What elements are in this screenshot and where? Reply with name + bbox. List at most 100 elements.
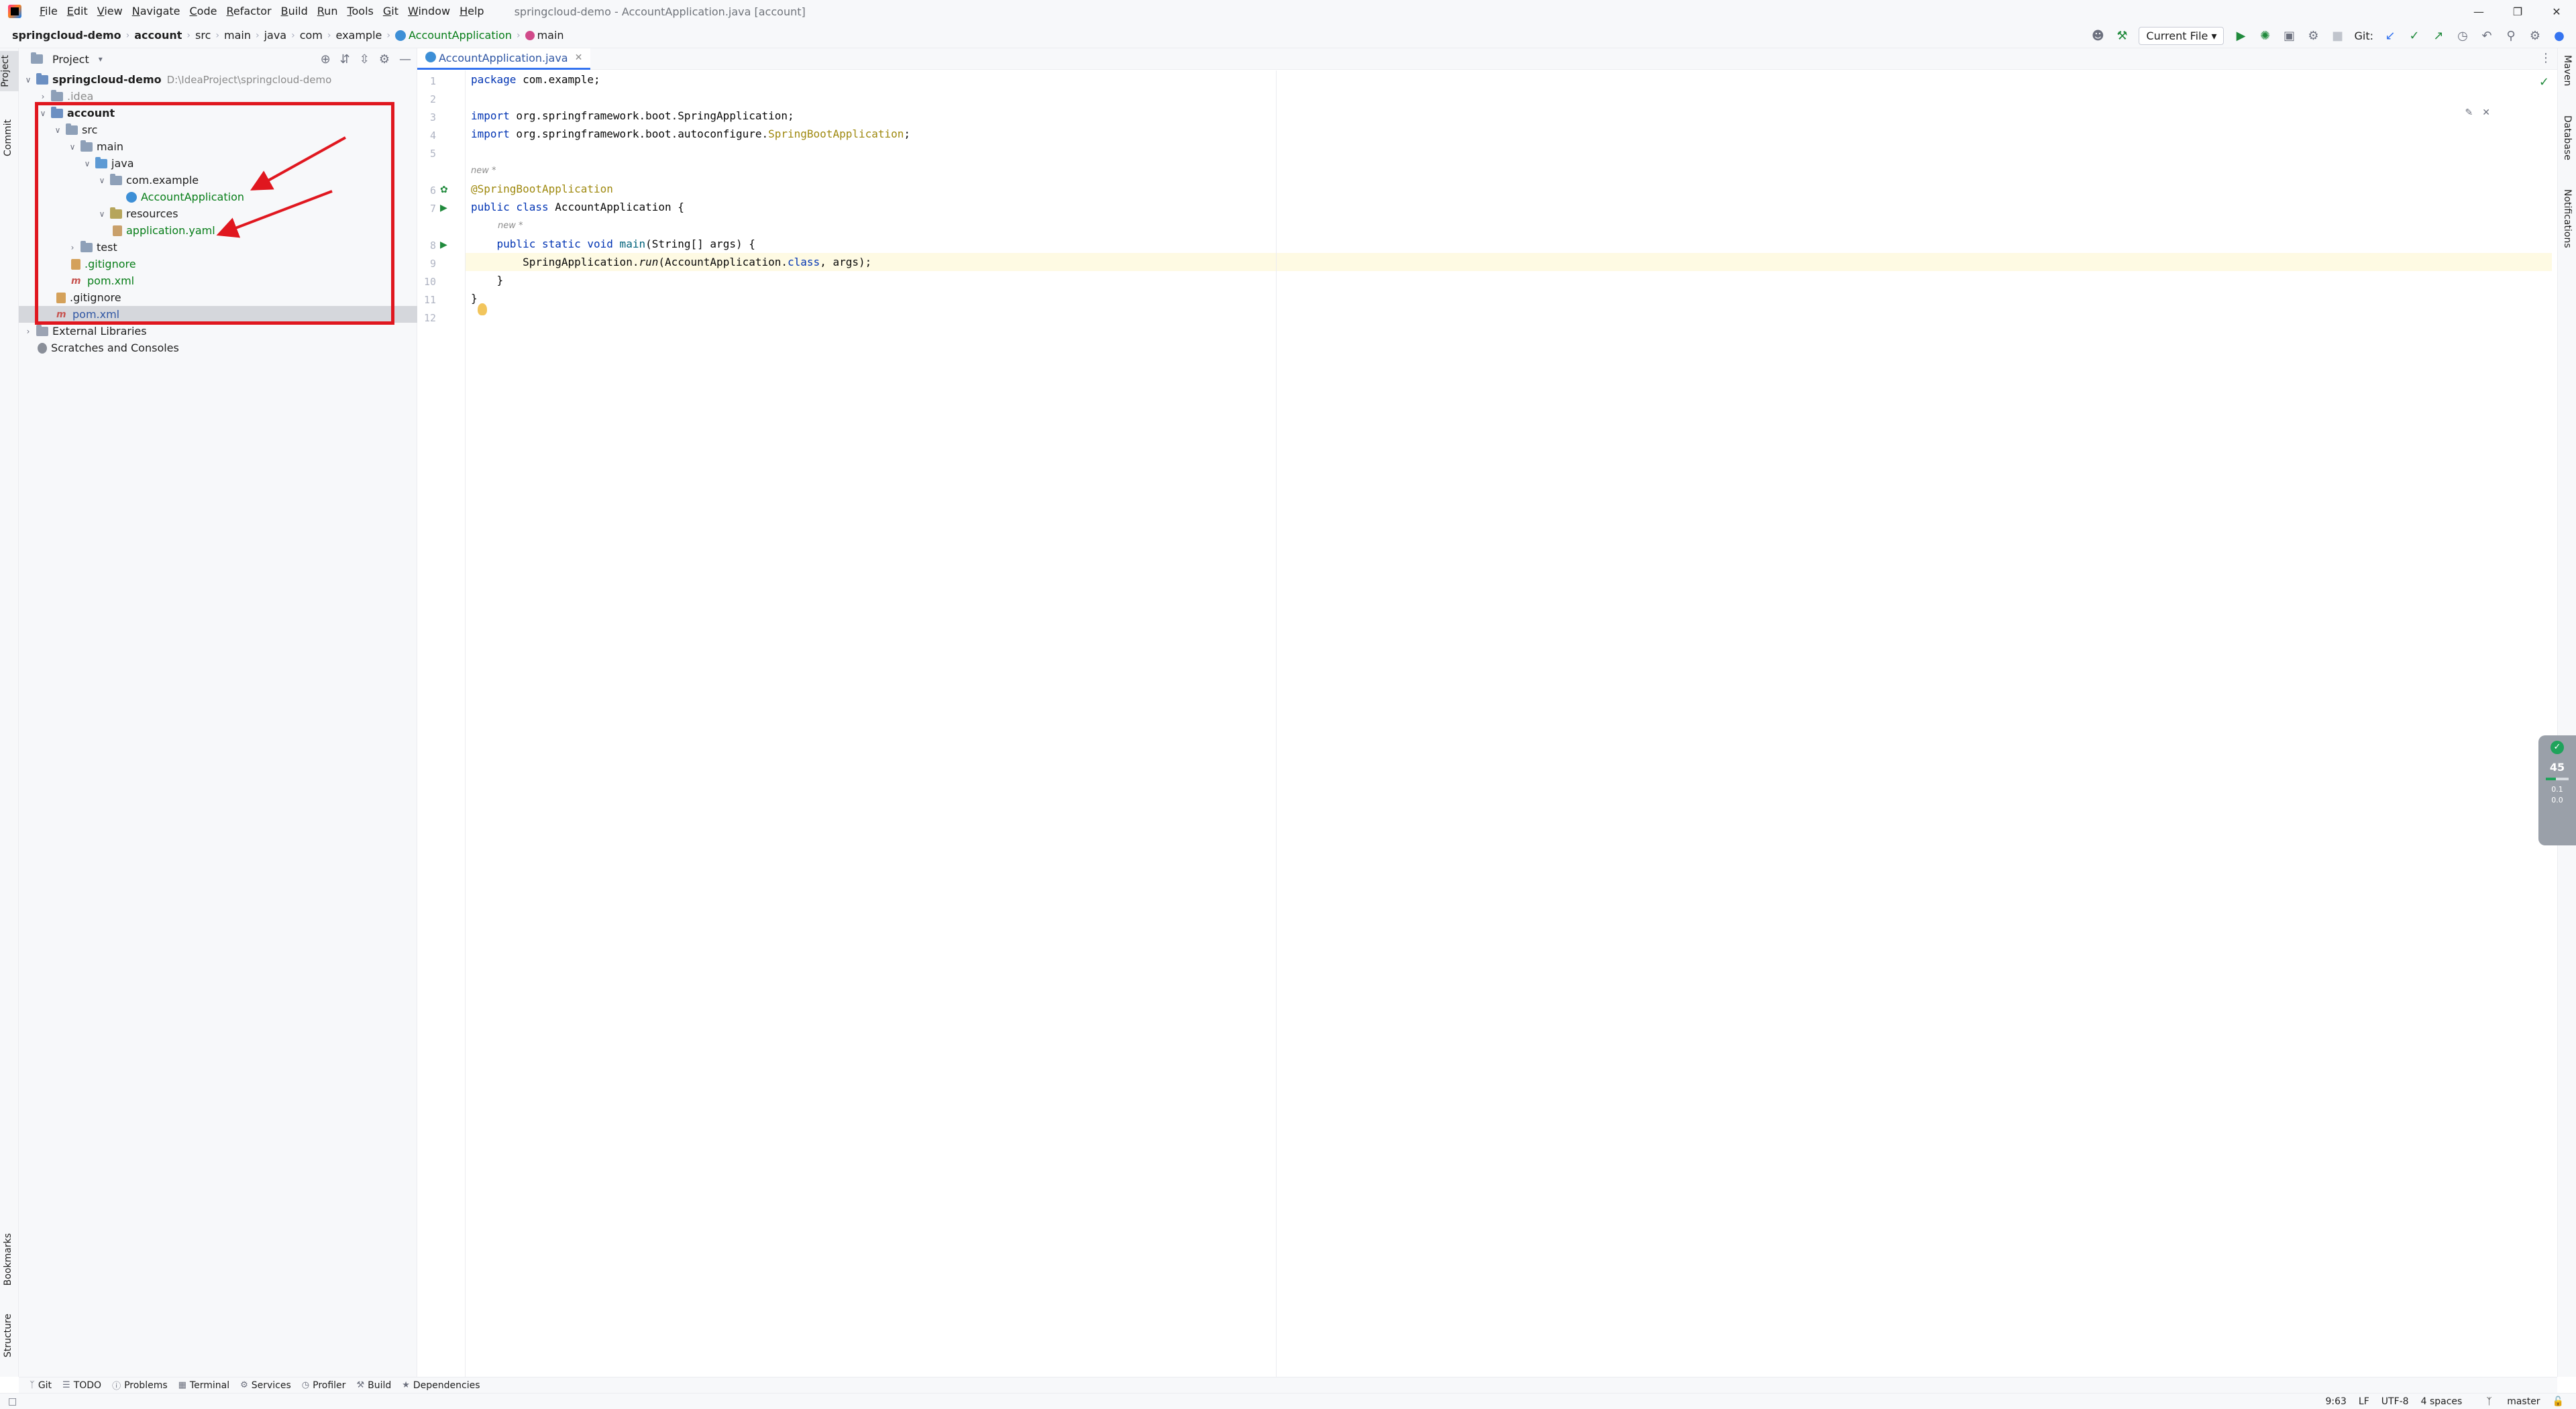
debug-icon[interactable]: ✺	[2257, 28, 2272, 43]
bottom-tab-profiler[interactable]: ◷ Profiler	[302, 1380, 346, 1391]
crumb-main[interactable]: main	[221, 29, 254, 42]
toggle-tool-windows-icon[interactable]: □	[8, 1396, 17, 1407]
crumb-method[interactable]: main	[523, 29, 567, 42]
indent-setting[interactable]: 4 spaces	[2421, 1396, 2463, 1407]
tree-item-scratches[interactable]: Scratches and Consoles	[19, 340, 417, 356]
run-gutter-icon[interactable]: ▶	[440, 203, 451, 213]
menu-file[interactable]: File	[35, 2, 62, 21]
tree-item-module-pom[interactable]: m pom.xml	[19, 272, 417, 289]
git-update-icon[interactable]: ↙	[2383, 28, 2398, 43]
stop-icon[interactable]: ■	[2330, 28, 2345, 43]
more-tabs-icon[interactable]: ⋮	[2540, 51, 2552, 65]
menu-edit[interactable]: Edit	[62, 2, 93, 21]
chevron-down-icon[interactable]: ∨	[67, 142, 78, 152]
expand-all-icon[interactable]: ⇵	[340, 52, 350, 66]
tool-tab-database[interactable]: Database	[2562, 115, 2573, 160]
crumb-class[interactable]: AccountApplication	[392, 29, 515, 42]
chevron-down-icon[interactable]: ∨	[52, 125, 63, 135]
settings-gear-icon[interactable]: ⚙	[2528, 28, 2542, 43]
select-opened-file-icon[interactable]: ⊕	[321, 52, 331, 66]
git-rollback-icon[interactable]: ↶	[2479, 28, 2494, 43]
tree-item-package[interactable]: ∨ com.example	[19, 172, 417, 189]
minimize-icon[interactable]: —	[2459, 0, 2498, 23]
menu-navigate[interactable]: Navigate	[127, 2, 185, 21]
menu-run[interactable]: Run	[313, 2, 343, 21]
chevron-down-icon[interactable]: ∨	[23, 75, 34, 85]
tree-item-account[interactable]: ∨ account	[19, 105, 417, 121]
menu-refactor[interactable]: Refactor	[221, 2, 276, 21]
crumb-project[interactable]: springcloud-demo	[9, 29, 124, 42]
restore-icon[interactable]: ❐	[2498, 0, 2537, 23]
crumb-example[interactable]: example	[333, 29, 385, 42]
run-gutter-icon[interactable]: ▶	[440, 240, 451, 250]
bottom-tab-services[interactable]: ⚙ Services	[240, 1380, 291, 1391]
tree-item-account-application[interactable]: AccountApplication	[19, 189, 417, 205]
coverage-icon[interactable]: ▣	[2282, 28, 2296, 43]
tree-item-resources[interactable]: ∨ resources	[19, 205, 417, 222]
search-icon[interactable]: ⚲	[2504, 28, 2518, 43]
chevron-down-icon[interactable]: ∨	[97, 176, 107, 185]
chevron-down-icon[interactable]: ∨	[38, 109, 48, 118]
tree-item-application-yaml[interactable]: application.yaml	[19, 222, 417, 239]
chevron-right-icon[interactable]: ›	[38, 92, 48, 101]
reader-mode-icon[interactable]: ✎	[2465, 107, 2473, 118]
tree-item-java[interactable]: ∨ java	[19, 155, 417, 172]
options-gear-icon[interactable]: ⚙	[379, 52, 390, 66]
inspection-ok-icon[interactable]: ✓	[2539, 75, 2549, 89]
crumb-module[interactable]: account	[131, 29, 184, 42]
user-account-icon[interactable]: ☻	[2090, 28, 2105, 43]
bottom-tab-problems[interactable]: ⓘ Problems	[112, 1379, 168, 1392]
tree-item-root-gitignore[interactable]: .gitignore	[19, 289, 417, 306]
crumb-com[interactable]: com	[297, 29, 325, 42]
tree-item-idea[interactable]: › .idea	[19, 88, 417, 105]
tree-item-main[interactable]: ∨ main	[19, 138, 417, 155]
file-encoding[interactable]: UTF-8	[2381, 1396, 2409, 1407]
menu-window[interactable]: Window	[403, 2, 455, 21]
profile-icon[interactable]: ⚙	[2306, 28, 2320, 43]
tree-item-module-gitignore[interactable]: .gitignore	[19, 256, 417, 272]
tree-item-src[interactable]: ∨ src	[19, 121, 417, 138]
chevron-down-icon[interactable]: ∨	[82, 159, 93, 168]
tree-item-external-libraries[interactable]: › External Libraries	[19, 323, 417, 340]
close-window-icon[interactable]: ✕	[2537, 0, 2576, 23]
tree-item-root-pom[interactable]: m pom.xml	[19, 306, 417, 323]
lock-icon[interactable]: 🔓	[2553, 1396, 2564, 1407]
crumb-java[interactable]: java	[262, 29, 290, 42]
tool-tab-notifications[interactable]: Notifications	[2562, 189, 2573, 248]
memory-indicator[interactable]: ✓ 45 0.1 0.0	[2538, 735, 2576, 845]
line-separator[interactable]: LF	[2359, 1396, 2369, 1407]
chevron-down-icon[interactable]: ∨	[97, 209, 107, 219]
menu-help[interactable]: Help	[455, 2, 488, 21]
usage-hint[interactable]: new *	[471, 164, 496, 178]
bottom-tab-build[interactable]: ⚒ Build	[356, 1380, 391, 1391]
run-icon[interactable]: ▶	[2233, 28, 2248, 43]
menu-build[interactable]: Build	[276, 2, 313, 21]
editor-tab-account-application[interactable]: AccountApplication.java ✕	[417, 48, 591, 70]
bottom-tab-todo[interactable]: ☰ TODO	[62, 1380, 101, 1391]
close-tab-icon[interactable]: ✕	[575, 52, 583, 63]
chevron-down-icon[interactable]: ▾	[99, 54, 103, 64]
ide-update-icon[interactable]: ●	[2552, 28, 2567, 43]
bottom-tab-terminal[interactable]: ▦ Terminal	[178, 1380, 229, 1391]
menu-git[interactable]: Git	[378, 2, 403, 21]
code-area[interactable]: package com.example; import org.springfr…	[466, 70, 2552, 1377]
bottom-tab-dependencies[interactable]: ★ Dependencies	[402, 1380, 480, 1391]
git-history-icon[interactable]: ◷	[2455, 28, 2470, 43]
tool-tab-maven[interactable]: Maven	[2562, 55, 2573, 86]
tool-tab-commit[interactable]: Commit	[3, 115, 13, 160]
tool-tab-structure[interactable]: Structure	[3, 1310, 13, 1361]
git-push-icon[interactable]: ↗	[2431, 28, 2446, 43]
crumb-src[interactable]: src	[193, 29, 213, 42]
hide-panel-icon[interactable]: —	[399, 52, 411, 66]
bottom-tab-git[interactable]: ᛉ Git	[30, 1380, 52, 1391]
usage-hint[interactable]: new *	[498, 219, 523, 233]
tree-item-root[interactable]: ∨ springcloud-demo D:\IdeaProject\spring…	[19, 71, 417, 88]
chevron-right-icon[interactable]: ›	[67, 243, 78, 252]
git-commit-icon[interactable]: ✓	[2407, 28, 2422, 43]
tree-item-test[interactable]: › test	[19, 239, 417, 256]
collapse-all-icon[interactable]: ⇳	[360, 52, 370, 66]
caret-position[interactable]: 9:63	[2325, 1396, 2346, 1407]
close-icon[interactable]: ✕	[2482, 107, 2490, 118]
chevron-right-icon[interactable]: ›	[23, 327, 34, 336]
run-configuration-select[interactable]: Current File ▾	[2139, 26, 2224, 45]
